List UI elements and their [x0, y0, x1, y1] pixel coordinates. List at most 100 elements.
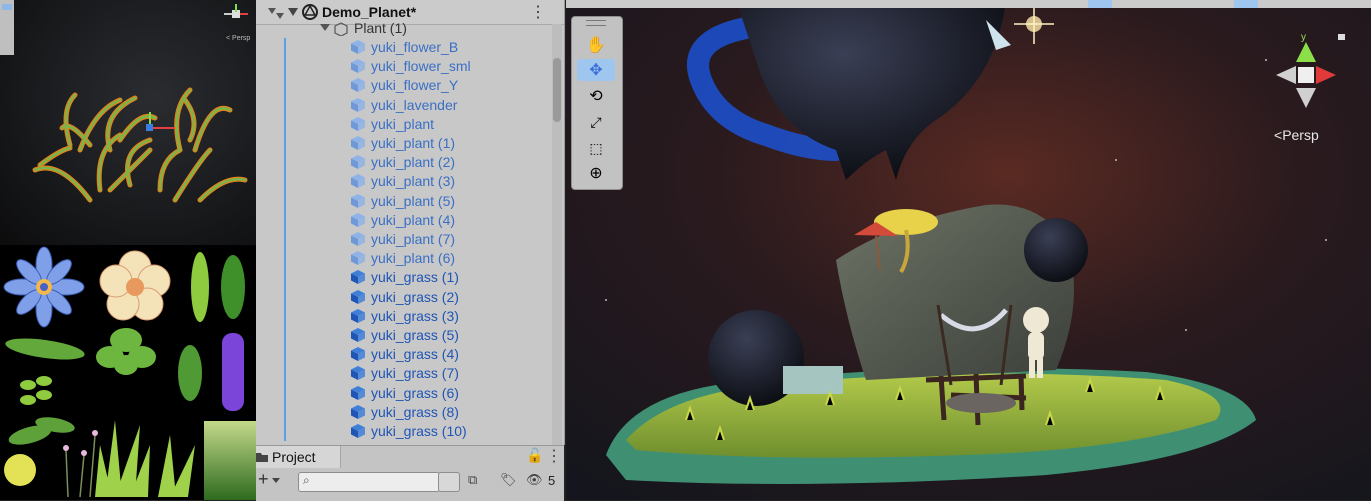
hidden-count: 5 [548, 473, 556, 488]
hierarchy-row[interactable]: yuki_plant (4) [256, 211, 546, 230]
hierarchy-row[interactable]: yuki_plant (1) [256, 134, 546, 153]
prefab-cube-icon [351, 424, 365, 438]
folder-icon [256, 453, 268, 462]
prefab-cube-icon [351, 270, 365, 285]
prefab-cube-icon [351, 59, 365, 74]
toolbar-active-toggle-2[interactable] [1234, 0, 1258, 8]
scale-icon: ⤢ [590, 113, 602, 130]
cream-flower-sprite [99, 250, 171, 321]
palette-drag-handle[interactable] [586, 20, 606, 26]
move-tool-button[interactable]: ✥ [577, 59, 615, 81]
hierarchy-row-label: yuki_plant (6) [371, 250, 456, 267]
hierarchy-row[interactable]: yuki_grass (4) [256, 345, 546, 364]
hierarchy-row-label: yuki_flower_sml [371, 58, 471, 75]
hierarchy-row-label: yuki_flower_Y [371, 77, 459, 94]
filter-by-type-icon[interactable]: ⧉ [468, 472, 477, 488]
hierarchy-row[interactable]: yuki_flower_Y [256, 76, 546, 95]
search-by-type-icon[interactable] [438, 472, 460, 492]
hierarchy-scrollbar[interactable] [552, 24, 562, 445]
prefab-cube-icon [351, 404, 365, 419]
hierarchy-tool-icon[interactable] [266, 5, 288, 21]
hierarchy-row-label: yuki_grass (8) [371, 403, 459, 420]
prefab-cube-icon [351, 232, 365, 246]
hierarchy-row-label: yuki_plant (1) [371, 135, 456, 151]
hierarchy-row-label: yuki_plant (7) [371, 231, 456, 247]
project-menu-kebab-icon[interactable]: ⋮ [546, 446, 562, 466]
hand-icon: ✋ [586, 37, 606, 54]
projection-label[interactable]: <Persp [1274, 127, 1319, 143]
scene-render: y [566, 0, 1371, 500]
expand-arrow-icon[interactable] [288, 8, 298, 18]
hierarchy-row[interactable]: yuki_grass (8) [256, 403, 546, 422]
toolbar-active-toggle[interactable] [1088, 0, 1112, 8]
project-search-input[interactable]: ⌕ [298, 472, 440, 492]
hierarchy-row[interactable]: yuki_plant (2) [256, 153, 546, 172]
lock-icon[interactable]: 🔓 [526, 447, 543, 464]
plant-texture-sprites [3, 246, 256, 500]
hierarchy-panel: Demo_Planet* ⋮ Plant (1) yuki_flower_B yu… [256, 0, 565, 445]
hierarchy-row[interactable]: yuki_grass (2) [256, 288, 546, 307]
prefab-cube-icon [351, 289, 365, 304]
prefab-cube-icon [351, 328, 365, 342]
hierarchy-row-label: yuki_grass (4) [371, 346, 459, 363]
filter-by-label-icon[interactable]: 🏷 [500, 472, 517, 488]
gizmo-y-axis-label: y [1301, 32, 1306, 43]
hand-tool-button[interactable]: ✋ [577, 34, 615, 56]
move-arrows-icon: ✥ [589, 62, 603, 79]
mini-axis-gizmo [224, 4, 248, 18]
unity-scene-icon [302, 4, 318, 20]
parent-object-row[interactable]: Plant (1) [256, 20, 564, 36]
prefab-cube-icon [351, 212, 365, 227]
add-asset-button[interactable]: + [258, 469, 269, 490]
add-dropdown-arrow-icon[interactable] [272, 478, 280, 484]
hierarchy-row[interactable]: yuki_plant (5) [256, 192, 546, 211]
prefab-cube-icon [351, 385, 365, 400]
hierarchy-row[interactable]: yuki_plant (6) [256, 249, 546, 268]
rotate-tool-button[interactable]: ⟲ [577, 85, 615, 107]
hierarchy-row[interactable]: yuki_grass (5) [256, 326, 546, 345]
hierarchy-row[interactable]: yuki_grass (7) [256, 364, 546, 383]
scene-menu-kebab-icon[interactable]: ⋮ [530, 2, 546, 22]
blue-flower-sprite [3, 246, 85, 328]
prefab-cube-icon [351, 308, 365, 323]
hierarchy-row[interactable]: yuki_plant (3) [256, 172, 546, 191]
prefab-cube-icon [351, 174, 365, 189]
project-tab[interactable]: Project [256, 446, 341, 468]
transform-tool-button[interactable]: ⊕ [577, 162, 615, 184]
left-preview-panel: < Persp [0, 0, 256, 500]
hierarchy-scrollbar-thumb[interactable] [553, 58, 561, 122]
hierarchy-row[interactable]: yuki_grass (1) [256, 268, 546, 287]
hierarchy-list: yuki_flower_B yuki_flower_sml yuki_flower_… [256, 38, 564, 445]
scale-tool-button[interactable]: ⤢ [577, 111, 615, 133]
hierarchy-row[interactable]: yuki_plant [256, 115, 546, 134]
hierarchy-row[interactable]: yuki_grass (10) [256, 422, 546, 441]
hierarchy-row-label: yuki_grass (2) [371, 288, 459, 305]
hierarchy-row[interactable]: yuki_lavender [256, 96, 546, 115]
scene-toolbar[interactable] [566, 0, 1371, 8]
hidden-packages-toggle[interactable]: 👁 5 [526, 472, 562, 490]
hierarchy-row[interactable]: yuki_flower_sml [256, 57, 546, 76]
gameobject-icon [334, 22, 348, 36]
hierarchy-row-label: yuki_plant [371, 115, 435, 132]
hierarchy-row-label: yuki_plant (5) [371, 192, 456, 209]
hierarchy-row-label: yuki_grass (3) [371, 307, 459, 324]
mini-persp-label: < Persp [226, 35, 250, 42]
hierarchy-row[interactable]: yuki_grass (6) [256, 384, 546, 403]
project-tab-label: Project [272, 449, 316, 465]
parent-object-label: Plant (1) [354, 20, 407, 36]
hierarchy-row-label: yuki_plant (3) [371, 173, 456, 190]
transform-tool-palette: ✋ ✥ ⟲ ⤢ ⬚ ⊕ [571, 16, 623, 190]
hierarchy-row[interactable]: yuki_plant (7) [256, 230, 546, 249]
grass-cluster-preview: < Persp [0, 0, 250, 203]
rotate-icon: ⟲ [589, 88, 603, 105]
prefab-cube-icon [351, 136, 365, 150]
collapse-arrow-icon[interactable] [320, 24, 330, 32]
scene-view[interactable]: y <Persp [566, 0, 1371, 500]
hierarchy-row-label: yuki_plant (4) [371, 211, 456, 228]
hierarchy-row[interactable]: yuki_flower_B [256, 38, 546, 57]
prefab-cube-icon [351, 251, 365, 266]
scene-name: Demo_Planet* [322, 4, 417, 20]
prefab-cube-icon [351, 116, 365, 131]
hierarchy-row[interactable]: yuki_grass (3) [256, 307, 546, 326]
rect-tool-button[interactable]: ⬚ [577, 137, 615, 159]
